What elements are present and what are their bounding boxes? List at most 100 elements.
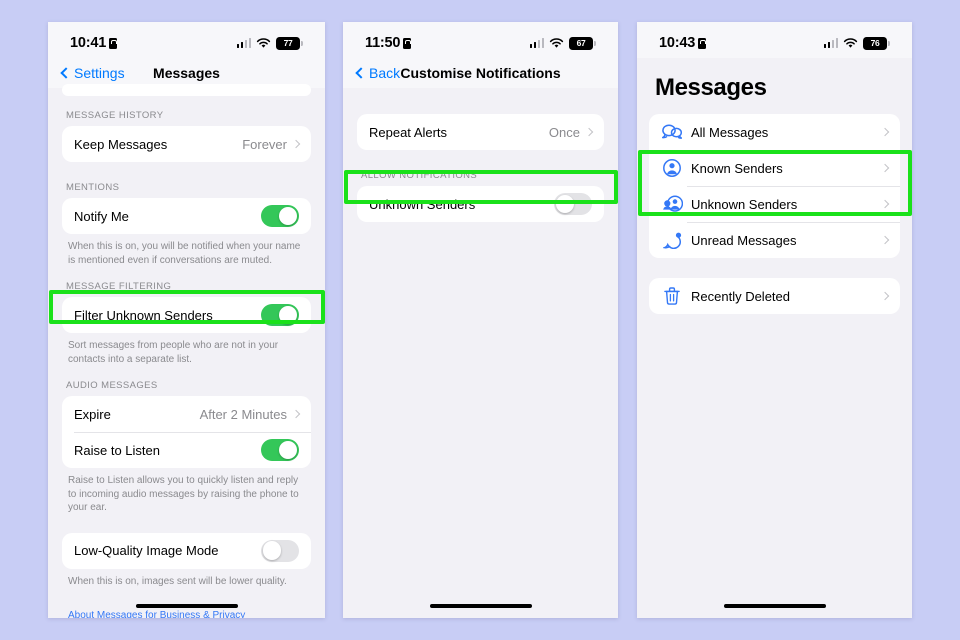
chevron-right-icon <box>880 199 890 209</box>
lock-icon <box>109 37 118 49</box>
battery-level: 67 <box>576 38 586 48</box>
row-label: Filter Unknown Senders <box>74 307 213 323</box>
status-time: 10:41 <box>70 35 107 51</box>
row-value: Once <box>548 124 580 140</box>
card-message-history: Keep Messages Forever <box>62 126 311 162</box>
row-label: Expire <box>74 406 111 422</box>
row-recently-deleted[interactable]: Recently Deleted <box>649 278 900 314</box>
row-label: Repeat Alerts <box>369 124 448 140</box>
battery-icon: 77 <box>276 36 303 50</box>
toggle-raise-to-listen[interactable] <box>261 439 299 461</box>
row-label: Notify Me <box>74 208 129 224</box>
partial-card-above <box>62 84 311 96</box>
back-button-label: Back <box>369 65 401 81</box>
home-indicator <box>135 603 238 608</box>
trash-icon <box>661 287 683 305</box>
card-audio-messages: Expire After 2 Minutes Raise to Listen <box>62 396 311 468</box>
status-time: 10:43 <box>659 35 696 51</box>
row-label: Unknown Senders <box>369 196 476 212</box>
status-time-group: 10:41 <box>70 35 118 51</box>
row-label: Unknown Senders <box>691 196 798 212</box>
row-label: All Messages <box>691 124 769 140</box>
status-bar: 10:41 77 <box>48 22 325 58</box>
battery-icon: 67 <box>569 36 596 50</box>
back-button-label: Settings <box>74 65 125 81</box>
toggle-low-quality-image-mode[interactable] <box>261 539 299 562</box>
phone-screen-messages-filters: 10:43 76 Messages All Messages Known Sen… <box>637 22 912 618</box>
row-keep-messages[interactable]: Keep Messages Forever <box>62 126 311 162</box>
screenshot-stage: 10:41 77 Settings Messages MESSAGE HISTO… <box>0 0 960 640</box>
toggle-unknown-senders[interactable] <box>554 193 592 215</box>
phone-screen-messages-settings: 10:41 77 Settings Messages MESSAGE HISTO… <box>48 22 325 618</box>
toggle-notify-me[interactable] <box>261 205 299 227</box>
wifi-icon <box>843 37 858 49</box>
page-title-messages: Messages <box>655 74 767 101</box>
battery-level: 77 <box>283 38 293 48</box>
chevron-right-icon <box>584 127 594 137</box>
row-filter-unknown-senders[interactable]: Filter Unknown Senders <box>62 297 311 333</box>
two-people-icon <box>661 195 683 213</box>
battery-icon: 76 <box>863 36 890 50</box>
status-indicators: 67 <box>529 36 596 50</box>
settings-list: MESSAGE HISTORY Keep Messages Forever ME… <box>48 84 325 618</box>
row-unknown-senders[interactable]: Unknown Senders <box>357 186 604 222</box>
cellular-icon <box>823 38 838 48</box>
row-expire[interactable]: Expire After 2 Minutes <box>62 396 311 432</box>
row-repeat-alerts[interactable]: Repeat Alerts Once <box>357 114 604 150</box>
section-header-allow-notifications: ALLOW NOTIFICATIONS <box>361 170 478 181</box>
status-indicators: 76 <box>823 36 890 50</box>
card-allow-notifications: Unknown Senders <box>357 186 604 222</box>
chevron-right-icon <box>291 409 301 419</box>
person-circle-icon <box>661 159 683 177</box>
row-unknown-senders[interactable]: Unknown Senders <box>649 186 900 222</box>
row-known-senders[interactable]: Known Senders <box>649 150 900 186</box>
status-indicators: 77 <box>236 36 303 50</box>
battery-level: 76 <box>870 38 880 48</box>
toggle-filter-unknown-senders[interactable] <box>261 304 299 326</box>
lock-icon <box>403 37 412 49</box>
chevron-right-icon <box>880 291 890 301</box>
row-unread-messages[interactable]: Unread Messages <box>649 222 900 258</box>
row-label: Keep Messages <box>74 136 168 152</box>
status-bar: 11:50 67 <box>343 22 618 58</box>
back-button[interactable]: Back <box>355 65 401 81</box>
footnote-message-filtering: Sort messages from people who are not in… <box>68 340 279 365</box>
footnote-audio-messages: Raise to Listen allows you to quickly li… <box>68 475 299 513</box>
row-low-quality-image-mode[interactable]: Low-Quality Image Mode <box>62 533 311 569</box>
row-notify-me[interactable]: Notify Me <box>62 198 311 234</box>
phone-screen-customise-notifications: 11:50 67 Back Customise Notifications Re… <box>343 22 618 618</box>
home-indicator <box>723 603 826 608</box>
status-time-group: 10:43 <box>659 35 707 51</box>
chevron-left-icon <box>60 67 72 79</box>
home-indicator <box>429 603 532 608</box>
link-about-messages-for-business[interactable]: About Messages for Business & Privacy <box>62 610 311 618</box>
back-button-settings[interactable]: Settings <box>60 65 125 81</box>
row-all-messages[interactable]: All Messages <box>649 114 900 150</box>
footnote-low-quality-image: When this is on, images sent will be low… <box>68 575 287 587</box>
section-header-mentions: MENTIONS <box>66 182 120 193</box>
chevron-right-icon <box>880 127 890 137</box>
nav-bar: Back Customise Notifications <box>343 58 618 88</box>
unread-bubble-icon <box>661 232 683 249</box>
row-label: Unread Messages <box>691 232 797 248</box>
lock-icon <box>698 37 707 49</box>
chevron-right-icon <box>880 235 890 245</box>
card-low-quality-image: Low-Quality Image Mode <box>62 532 311 569</box>
card-message-filtering: Filter Unknown Senders <box>62 297 311 333</box>
section-header-message-history: MESSAGE HISTORY <box>66 110 164 121</box>
card-repeat-alerts: Repeat Alerts Once <box>357 114 604 150</box>
chevron-left-icon <box>355 67 367 79</box>
status-time-group: 11:50 <box>365 35 412 51</box>
chevron-right-icon <box>880 163 890 173</box>
row-value: Forever <box>242 136 287 152</box>
cellular-icon <box>529 38 544 48</box>
card-recently-deleted: Recently Deleted <box>649 278 900 314</box>
row-label: Recently Deleted <box>691 288 790 304</box>
speech-bubbles-icon <box>661 124 683 140</box>
cellular-icon <box>236 38 251 48</box>
footnote-mentions: When this is on, you will be notified wh… <box>68 241 301 266</box>
row-value: After 2 Minutes <box>199 406 287 422</box>
row-raise-to-listen[interactable]: Raise to Listen <box>62 432 311 468</box>
section-header-message-filtering: MESSAGE FILTERING <box>66 281 172 292</box>
row-label: Low-Quality Image Mode <box>74 543 219 558</box>
